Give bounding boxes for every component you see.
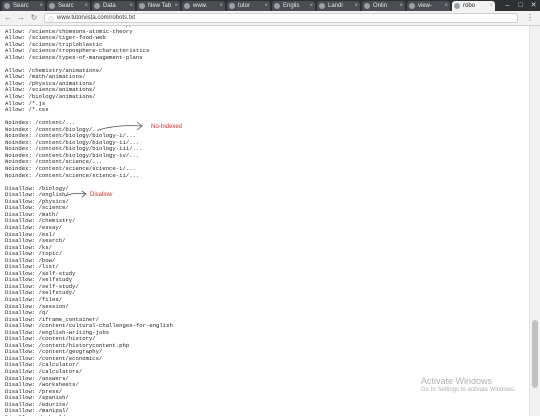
window-controls: – □ ✕	[501, 0, 540, 11]
minimize-icon[interactable]: –	[501, 0, 514, 11]
favicon-icon	[364, 3, 370, 9]
browser-tab[interactable]: Searc ×	[2, 1, 45, 11]
tab-label: Searc	[13, 3, 29, 9]
watermark-subtitle: Go to Settings to activate Windows.	[421, 387, 516, 393]
back-icon[interactable]: ←	[3, 13, 13, 23]
favicon-icon	[274, 3, 280, 9]
favicon-icon	[454, 3, 460, 9]
browser-tab[interactable]: New Tab ×	[137, 1, 180, 11]
tab-close-icon[interactable]: ×	[39, 1, 43, 11]
browser-tab[interactable]: Englis ×	[272, 1, 315, 11]
address-url: www.tutorvista.com/robots.txt	[57, 15, 136, 21]
browser-tab[interactable]: Landi ×	[317, 1, 360, 11]
favicon-icon	[229, 3, 235, 9]
tab-label: Onlin	[373, 3, 388, 9]
annotation-arrows	[64, 121, 143, 198]
favicon-icon	[94, 3, 100, 9]
tab-close-icon[interactable]: ×	[84, 1, 88, 11]
address-bar[interactable]: ⓘ www.tutorvista.com/robots.txt	[44, 13, 518, 24]
close-window-icon[interactable]: ✕	[527, 0, 540, 11]
tab-label: Data	[103, 3, 116, 9]
browser-tab[interactable]: Searc ×	[47, 1, 90, 11]
page-info-icon[interactable]: ⓘ	[48, 15, 54, 24]
scrollbar-thumb[interactable]	[532, 320, 538, 388]
tab-label: Searc	[58, 3, 74, 9]
tab-label: www.	[193, 3, 208, 9]
forward-icon[interactable]: →	[16, 13, 26, 23]
page-content: Allow: /science/scientific-name-of-apple…	[0, 26, 530, 416]
tab-strip: Searc × Searc × Data × New Tab × www. × tutor × Engl…	[0, 0, 540, 11]
noindexed-annotation: No-Indexed	[151, 124, 183, 130]
browser-tab[interactable]: www. ×	[182, 1, 225, 11]
tab-label: Englis	[283, 3, 300, 9]
tab-close-icon[interactable]: ×	[264, 1, 268, 11]
tab-close-icon[interactable]: ×	[444, 1, 448, 11]
favicon-icon	[319, 3, 325, 9]
tab-label: robo	[463, 3, 476, 9]
browser-tab[interactable]: tutor ×	[227, 1, 270, 11]
favicon-icon	[4, 3, 10, 9]
disallow-arrow	[64, 190, 87, 198]
favicon-icon	[139, 3, 145, 9]
vertical-scrollbar[interactable]	[529, 26, 540, 416]
watermark-title: Activate Windows	[421, 376, 493, 386]
favicon-icon	[409, 3, 415, 9]
reload-icon[interactable]: ↻	[29, 13, 39, 23]
browser-tab[interactable]: robo ×	[452, 1, 495, 11]
browser-tab[interactable]: Onlin ×	[362, 1, 405, 11]
activate-windows-watermark: Activate Windows Go to Settings to activ…	[421, 376, 516, 393]
tab-close-icon[interactable]: ×	[489, 1, 493, 11]
maximize-icon[interactable]: □	[514, 0, 527, 11]
browser-tab[interactable]: Data ×	[92, 1, 135, 11]
tab-label: view-	[418, 3, 433, 9]
tab-label: tutor	[238, 3, 251, 9]
browser-toolbar: ← → ↻ ⓘ www.tutorvista.com/robots.txt ⋮	[0, 11, 540, 26]
tab-label: New Tab	[148, 3, 172, 9]
noindex-arrow	[97, 121, 143, 131]
tab-close-icon[interactable]: ×	[399, 1, 403, 11]
tab-close-icon[interactable]: ×	[219, 1, 223, 11]
tab-close-icon[interactable]: ×	[354, 1, 358, 11]
tab-close-icon[interactable]: ×	[309, 1, 313, 11]
tab-close-icon[interactable]: ×	[129, 1, 133, 11]
browser-tab[interactable]: view- ×	[407, 1, 450, 11]
favicon-icon	[49, 3, 55, 9]
favicon-icon	[184, 3, 190, 9]
menu-icon[interactable]: ⋮	[526, 13, 534, 23]
disallow-annotation: Disallow	[90, 192, 113, 198]
tab-label: Landi	[328, 3, 343, 9]
tab-close-icon[interactable]: ×	[174, 1, 178, 11]
